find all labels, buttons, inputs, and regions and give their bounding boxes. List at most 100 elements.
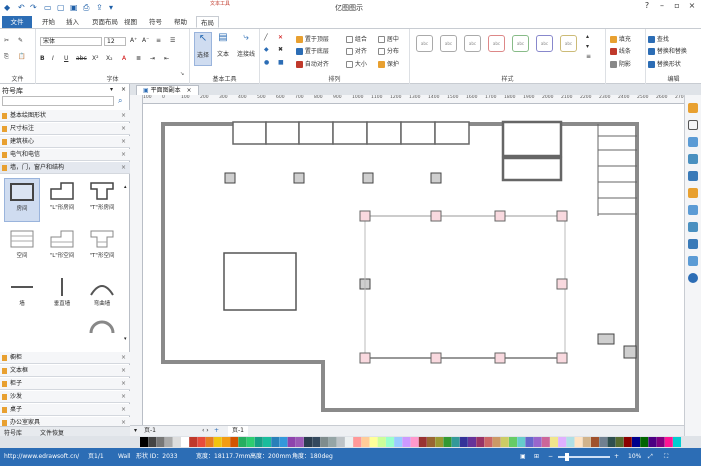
color-swatch[interactable] [156, 437, 165, 447]
color-swatch[interactable] [673, 437, 681, 447]
color-swatch[interactable] [574, 437, 583, 447]
font-color-icon[interactable]: A [122, 55, 126, 62]
color-swatch[interactable] [607, 437, 616, 447]
fill-button[interactable]: 填充 [610, 34, 631, 43]
color-swatch[interactable] [623, 437, 632, 447]
close-icon[interactable]: × [121, 162, 126, 174]
tab-layout[interactable]: 布局 [196, 16, 219, 28]
tab-file[interactable]: 文件 [2, 16, 32, 28]
selection-handle[interactable] [430, 352, 442, 364]
close-icon[interactable]: × [121, 404, 126, 416]
navigation-icon[interactable] [688, 239, 698, 249]
help-icon[interactable]: ? [640, 1, 654, 13]
paste-icon[interactable]: 📋 [18, 53, 25, 60]
floor-plan-drawing[interactable] [143, 104, 684, 425]
color-swatch[interactable] [410, 437, 419, 447]
color-swatch[interactable] [312, 437, 321, 447]
color-swatch[interactable] [197, 437, 206, 447]
shape-t-space[interactable]: "T"形空间 [84, 226, 120, 270]
color-swatch[interactable] [566, 437, 575, 447]
outdent-icon[interactable]: ⇤ [164, 55, 169, 62]
hyperlink-icon[interactable] [688, 222, 698, 232]
color-swatch[interactable] [213, 437, 222, 447]
color-swatch[interactable] [599, 437, 608, 447]
selected-wall[interactable] [364, 215, 566, 359]
color-swatch[interactable] [558, 437, 567, 447]
close-icon[interactable]: × [121, 136, 126, 148]
color-swatch[interactable] [287, 437, 296, 447]
selection-handle[interactable] [494, 352, 506, 364]
color-swatch[interactable] [500, 437, 509, 447]
selection-handle[interactable] [494, 210, 506, 222]
shape-room[interactable]: 房间 [4, 178, 40, 222]
ellipse-icon[interactable]: ● [264, 59, 269, 66]
shape-vertical-wall[interactable]: 垂直墙 [44, 274, 80, 318]
tab-insert[interactable]: 插入 [62, 16, 83, 28]
color-swatch[interactable] [230, 437, 239, 447]
color-swatch[interactable] [345, 437, 353, 447]
color-swatch[interactable] [336, 437, 345, 447]
color-swatch[interactable] [615, 437, 624, 447]
close-icon[interactable]: × [121, 123, 126, 135]
export-icon[interactable]: ⇪ [96, 3, 103, 12]
underline-icon[interactable]: U [64, 55, 68, 62]
line-style-button[interactable]: 线条 [610, 46, 631, 55]
align-button[interactable]: 对齐 [346, 46, 367, 55]
replace-shape-button[interactable]: 替换形状 [648, 59, 681, 68]
window-bay[interactable] [265, 121, 300, 145]
grow-font-icon[interactable]: A⁺ [130, 37, 137, 44]
format-icon[interactable] [688, 103, 698, 113]
delete-line-icon[interactable]: ✕ [278, 34, 283, 41]
color-swatch[interactable] [238, 437, 247, 447]
window-bay[interactable] [366, 121, 402, 145]
scroll-down-icon[interactable]: ▾ [124, 336, 127, 342]
color-swatch[interactable] [582, 437, 591, 447]
color-swatch[interactable] [181, 437, 189, 447]
closet[interactable] [501, 120, 563, 158]
color-swatch[interactable] [443, 437, 452, 447]
tab-file-recovery[interactable]: 文件恢复 [40, 428, 64, 437]
font-size-select[interactable]: 12 [104, 37, 126, 46]
close-icon[interactable]: × [121, 149, 126, 161]
indent-icon[interactable]: ⇥ [150, 55, 155, 62]
auto-align-button[interactable]: 自动对齐 [296, 59, 329, 68]
shadow-button[interactable]: 阴影 [610, 59, 631, 68]
window-bay[interactable] [232, 121, 267, 145]
color-swatch[interactable] [533, 437, 542, 447]
color-swatch[interactable] [353, 437, 362, 447]
color-swatch[interactable] [205, 437, 214, 447]
color-swatch[interactable] [279, 437, 288, 447]
shape-space[interactable]: 空间 [4, 226, 40, 270]
category-text-box[interactable]: 文本框 × [0, 365, 130, 377]
category-cabinet[interactable]: 柜子 × [0, 378, 130, 390]
shrink-font-icon[interactable]: A⁻ [142, 37, 149, 44]
select-tool-button[interactable]: ↖ 选择 [194, 32, 212, 66]
style-swatch[interactable]: abc [536, 35, 553, 52]
close-icon[interactable]: × [121, 110, 126, 122]
drawing-canvas[interactable] [143, 104, 684, 425]
fill-panel-icon[interactable] [688, 137, 698, 147]
color-swatch[interactable] [320, 437, 329, 447]
superscript-icon[interactable]: X² [92, 55, 99, 62]
color-swatch[interactable] [492, 437, 501, 447]
tab-home[interactable]: 开始 [38, 16, 59, 28]
color-swatch[interactable] [328, 437, 337, 447]
tab-symbols[interactable]: 符号 [145, 16, 166, 28]
category-cabinets[interactable]: 橱柜 × [0, 352, 130, 364]
view-mode-icon[interactable]: ▣ [520, 448, 526, 466]
column[interactable] [597, 333, 615, 345]
color-swatch[interactable] [509, 437, 517, 447]
strikethrough-icon[interactable]: abc [76, 55, 87, 62]
color-swatch[interactable] [632, 437, 640, 447]
line-icon[interactable]: ╱ [264, 34, 268, 41]
undo-icon[interactable]: ↶ [18, 3, 25, 12]
style-swatch[interactable]: abc [440, 35, 457, 52]
style-swatch[interactable]: abc [488, 35, 505, 52]
color-swatch[interactable] [476, 437, 485, 447]
column[interactable] [224, 172, 236, 184]
category-building-core[interactable]: 建筑核心 × [0, 136, 130, 148]
size-button[interactable]: 大小 [346, 59, 367, 68]
color-palette[interactable] [140, 437, 700, 447]
color-swatch[interactable] [295, 437, 304, 447]
color-swatch[interactable] [304, 437, 312, 447]
